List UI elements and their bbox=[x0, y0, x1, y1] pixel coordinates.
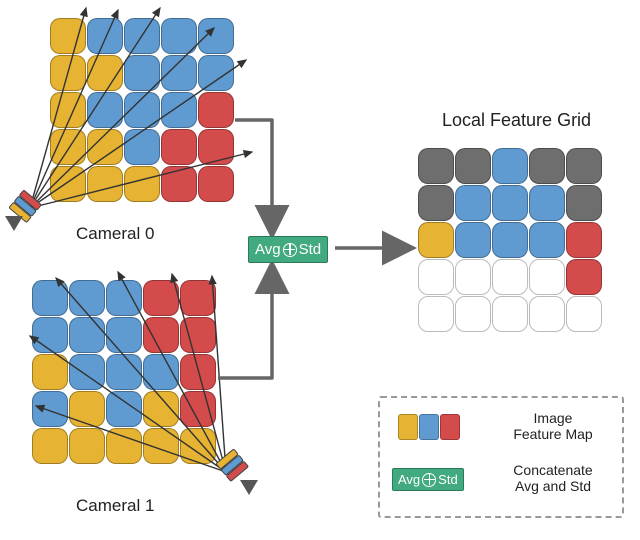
grid-cell bbox=[106, 391, 142, 427]
grid-cell bbox=[455, 148, 491, 184]
grid-cell bbox=[143, 428, 179, 464]
grid-cell bbox=[529, 222, 565, 258]
grid-cell bbox=[566, 222, 602, 258]
legend-swatch-red bbox=[440, 414, 460, 440]
grid-cell bbox=[87, 129, 123, 165]
grid-cell bbox=[50, 166, 86, 202]
grid-cell bbox=[455, 296, 491, 332]
grid-cell bbox=[492, 148, 528, 184]
camera0-tripod-icon bbox=[5, 216, 23, 231]
grid-cell bbox=[87, 55, 123, 91]
grid-cell bbox=[529, 185, 565, 221]
grid-cell bbox=[50, 55, 86, 91]
grid-cell bbox=[418, 222, 454, 258]
grid-cell bbox=[529, 259, 565, 295]
oplus-icon bbox=[283, 243, 297, 257]
grid-cell bbox=[161, 166, 197, 202]
grid-cell bbox=[455, 259, 491, 295]
grid-cell bbox=[161, 55, 197, 91]
grid-cell bbox=[143, 280, 179, 316]
grid-cell bbox=[124, 55, 160, 91]
grid-cell bbox=[418, 185, 454, 221]
grid-cell bbox=[198, 55, 234, 91]
camera1-label: Cameral 1 bbox=[76, 496, 154, 516]
grid-cell bbox=[455, 222, 491, 258]
grid-cell bbox=[32, 391, 68, 427]
grid-cell bbox=[143, 317, 179, 353]
grid-cell bbox=[529, 148, 565, 184]
grid-cell bbox=[124, 92, 160, 128]
grid-cell bbox=[566, 185, 602, 221]
grid-cell bbox=[106, 428, 142, 464]
grid-cell bbox=[198, 92, 234, 128]
grid-cell bbox=[455, 185, 491, 221]
grid-cell bbox=[124, 166, 160, 202]
grid-cell bbox=[198, 166, 234, 202]
legend-swatch-blue bbox=[419, 414, 439, 440]
camera1-tripod-icon bbox=[240, 480, 258, 495]
grid-cell bbox=[69, 354, 105, 390]
grid-cell bbox=[32, 354, 68, 390]
grid-cell bbox=[69, 428, 105, 464]
grid-cell bbox=[50, 92, 86, 128]
grid-cell bbox=[492, 222, 528, 258]
legend-swatch-yellow bbox=[398, 414, 418, 440]
grid-cell bbox=[106, 317, 142, 353]
grid-cell bbox=[50, 129, 86, 165]
grid-cell bbox=[492, 296, 528, 332]
legend-concat-label: Concatenate Avg and Std bbox=[492, 462, 614, 494]
grid-cell bbox=[161, 18, 197, 54]
grid-cell bbox=[198, 18, 234, 54]
grid-cell bbox=[87, 166, 123, 202]
grid-cell bbox=[418, 259, 454, 295]
grid-cell bbox=[32, 280, 68, 316]
std-text: Std bbox=[299, 241, 322, 258]
grid-cell bbox=[566, 259, 602, 295]
grid-cell bbox=[492, 259, 528, 295]
grid-cell bbox=[180, 317, 216, 353]
grid-cell bbox=[492, 185, 528, 221]
grid-cell bbox=[566, 148, 602, 184]
grid-cell bbox=[180, 391, 216, 427]
grid-cell bbox=[566, 296, 602, 332]
grid-cell bbox=[124, 129, 160, 165]
grid-cell bbox=[106, 354, 142, 390]
grid-cell bbox=[418, 148, 454, 184]
legend-avg-std-swatch: AvgStd bbox=[392, 468, 464, 491]
grid-cell bbox=[106, 280, 142, 316]
grid-cell bbox=[32, 317, 68, 353]
grid-cell bbox=[143, 354, 179, 390]
camera0-label: Cameral 0 bbox=[76, 224, 154, 244]
grid-cell bbox=[69, 317, 105, 353]
legend-box: Image Feature Map AvgStd Concatenate Avg… bbox=[378, 396, 624, 518]
grid-cell bbox=[69, 280, 105, 316]
legend-featuremap-label: Image Feature Map bbox=[498, 410, 608, 442]
grid-cell bbox=[180, 428, 216, 464]
grid-cell bbox=[529, 296, 565, 332]
grid-cell bbox=[198, 129, 234, 165]
grid-cell bbox=[180, 280, 216, 316]
avg-text: Avg bbox=[255, 241, 281, 258]
grid-cell bbox=[69, 391, 105, 427]
grid-cell bbox=[161, 92, 197, 128]
grid-cell bbox=[143, 391, 179, 427]
avg-std-operator: Avg Std bbox=[248, 236, 328, 263]
grid-cell bbox=[87, 92, 123, 128]
local-feature-grid-title: Local Feature Grid bbox=[442, 110, 591, 131]
grid-cell bbox=[418, 296, 454, 332]
grid-cell bbox=[161, 129, 197, 165]
grid-cell bbox=[124, 18, 160, 54]
grid-cell bbox=[87, 18, 123, 54]
grid-cell bbox=[32, 428, 68, 464]
grid-cell bbox=[50, 18, 86, 54]
grid-cell bbox=[180, 354, 216, 390]
